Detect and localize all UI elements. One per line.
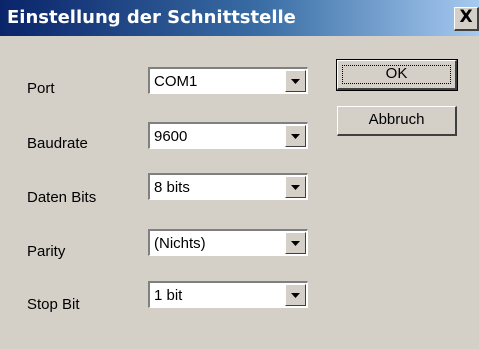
databits-value: 8 bits: [154, 179, 190, 196]
databits-dropdown-arrow[interactable]: [285, 176, 306, 198]
parity-value: (Nichts): [154, 235, 206, 252]
title-bar: Einstellung der Schnittstelle X: [0, 0, 479, 36]
chevron-down-icon: [291, 79, 300, 84]
ok-button[interactable]: OK: [336, 59, 458, 91]
stopbit-select[interactable]: 1 bit: [148, 281, 308, 308]
port-select[interactable]: COM1: [148, 67, 308, 94]
cancel-button[interactable]: Abbruch: [337, 106, 457, 136]
parity-dropdown-arrow[interactable]: [285, 232, 306, 254]
parity-select[interactable]: (Nichts): [148, 229, 308, 256]
stopbit-dropdown-arrow[interactable]: [285, 284, 306, 306]
baudrate-dropdown-arrow[interactable]: [285, 125, 306, 147]
stopbit-value: 1 bit: [154, 287, 183, 304]
databits-select[interactable]: 8 bits: [148, 173, 308, 200]
cancel-label: Abbruch: [368, 111, 425, 128]
port-dropdown-arrow[interactable]: [285, 70, 306, 92]
port-value: COM1: [154, 73, 198, 90]
chevron-down-icon: [291, 185, 300, 190]
window-title: Einstellung der Schnittstelle: [7, 7, 296, 28]
close-button[interactable]: X: [454, 7, 479, 31]
stopbit-label: Stop Bit: [27, 296, 80, 313]
baudrate-label: Baudrate: [27, 135, 88, 152]
parity-label: Parity: [27, 243, 66, 260]
ok-label: OK: [385, 65, 408, 82]
chevron-down-icon: [291, 134, 300, 139]
baudrate-select[interactable]: 9600: [148, 122, 308, 149]
baudrate-value: 9600: [154, 128, 188, 145]
chevron-down-icon: [291, 293, 300, 298]
port-label: Port: [27, 80, 55, 97]
databits-label: Daten Bits: [27, 189, 97, 206]
chevron-down-icon: [291, 241, 300, 246]
